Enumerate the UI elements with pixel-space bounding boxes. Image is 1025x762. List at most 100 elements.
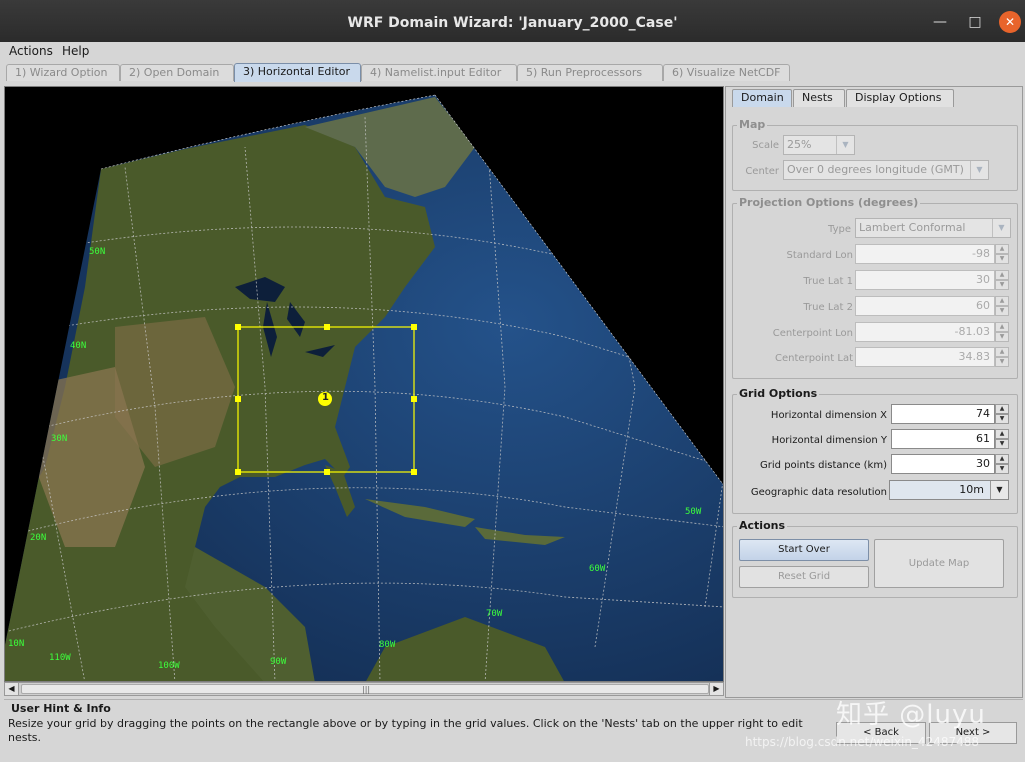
lat-label-10n: 10N [8,639,25,649]
resize-handle-n [324,324,330,330]
center-value: Over 0 degrees longitude (GMT) [787,163,964,176]
dim-y-stepper[interactable]: ▲ ▼ [995,429,1009,449]
projection-type-value: Lambert Conformal [859,221,966,234]
resize-handle-nw [235,324,241,330]
grid-group: Grid Options Horizontal dimension X 74 ▲… [732,387,1018,514]
lon-label-90w: 90W [270,657,287,667]
lon-label-80w: 80W [379,640,396,650]
menu-bar: Actions Help [0,42,1025,62]
grid-distance-field[interactable]: 30 [891,454,995,474]
tab-nests[interactable]: Nests [793,89,845,107]
centerpoint-lat-field[interactable]: 34.83 [855,347,995,367]
resize-handle-ne [411,324,417,330]
resolution-value: 10m [959,483,984,496]
map-horizontal-scrollbar[interactable]: ◀ ||| ▶ [4,682,724,696]
chevron-down-icon: ▼ [836,136,854,154]
dim-y-field[interactable]: 61 [891,429,995,449]
menu-help[interactable]: Help [62,44,89,58]
tab-namelist-editor[interactable]: 4) Namelist.input Editor [361,64,517,81]
resolution-label: Geographic data resolution [750,487,887,498]
tab-wizard-option[interactable]: 1) Wizard Option [6,64,120,81]
map-group-title: Map [737,118,768,131]
projection-type-select[interactable]: Lambert Conformal ▼ [855,218,1011,238]
watermark-url: https://blog.csdn.net/weixin_42487488 [745,735,980,749]
maximize-button[interactable]: □ [965,12,985,32]
standard-lon-field[interactable]: -98 [855,244,995,264]
projection-group: Projection Options (degrees) Type Lamber… [732,196,1018,379]
true-lat2-stepper[interactable]: ▲ ▼ [995,296,1009,316]
scroll-thumb[interactable]: ||| [21,684,709,694]
domain-number-label[interactable]: 1 [322,392,329,403]
minimize-button[interactable]: — [930,12,950,32]
lon-label-70w: 70W [486,609,503,619]
projection-type-label: Type [828,224,851,235]
actions-group: Actions Start Over Reset Grid Update Map [732,519,1018,598]
chevron-down-icon: ▼ [992,219,1010,237]
scale-value: 25% [787,138,812,151]
true-lat1-label: True Lat 1 [803,276,853,287]
lat-label-50n: 50N [89,247,106,257]
tab-open-domain[interactable]: 2) Open Domain [120,64,234,81]
hint-text: Resize your grid by dragging the points … [8,717,803,744]
update-map-button[interactable]: Update Map [874,539,1004,588]
resize-handle-e [411,396,417,402]
dim-x-stepper[interactable]: ▲ ▼ [995,404,1009,424]
center-label: Center [745,166,779,177]
standard-lon-label: Standard Lon [786,250,853,261]
projection-group-title: Projection Options (degrees) [737,196,921,209]
scroll-right-arrow-icon[interactable]: ▶ [709,683,723,695]
resize-handle-sw [235,469,241,475]
grid-distance-label: Grid points distance (km) [760,460,887,471]
centerpoint-lat-stepper[interactable]: ▲ ▼ [995,347,1009,367]
tab-run-preprocessors[interactable]: 5) Run Preprocessors [517,64,663,81]
menu-actions[interactable]: Actions [9,44,53,58]
grip-icon: ||| [362,685,371,694]
dim-x-field[interactable]: 74 [891,404,995,424]
tab-horizontal-editor[interactable]: 3) Horizontal Editor [234,63,361,82]
grid-distance-stepper[interactable]: ▲ ▼ [995,454,1009,474]
centerpoint-lon-field[interactable]: -81.03 [855,322,995,342]
lat-label-40n: 40N [70,341,87,351]
start-over-button[interactable]: Start Over [739,539,869,561]
dim-x-label: Horizontal dimension X [770,410,887,421]
standard-lon-stepper[interactable]: ▲ ▼ [995,244,1009,264]
lon-label-50w: 50W [685,507,702,517]
map-svg [5,94,723,681]
centerpoint-lon-stepper[interactable]: ▲ ▼ [995,322,1009,342]
hint-title: User Hint & Info [11,702,111,715]
chevron-down-icon: ▼ [970,161,988,179]
tab-visualize-netcdf[interactable]: 6) Visualize NetCDF [663,64,790,81]
true-lat1-stepper[interactable]: ▲ ▼ [995,270,1009,290]
lat-label-20n: 20N [30,533,47,543]
reset-grid-button[interactable]: Reset Grid [739,566,869,588]
lon-label-100w: 100W [158,661,180,671]
app-window: WRF Domain Wizard: 'January_2000_Case' —… [0,0,1025,762]
close-button[interactable]: ✕ [999,11,1021,33]
center-select[interactable]: Over 0 degrees longitude (GMT) ▼ [783,160,989,180]
scale-select[interactable]: 25% ▼ [783,135,855,155]
lon-label-60w: 60W [589,564,606,574]
true-lat2-field[interactable]: 60 [855,296,995,316]
resolution-select[interactable]: 10m ▼ [889,480,1009,500]
tab-display-options[interactable]: Display Options [846,89,954,107]
resize-handle-w [235,396,241,402]
window-title: WRF Domain Wizard: 'January_2000_Case' [347,15,678,31]
true-lat1-field[interactable]: 30 [855,270,995,290]
centerpoint-lon-label: Centerpoint Lon [772,328,853,339]
map-canvas[interactable]: 1 50N 40N 30N 20N 10N 110W 100W 90W 80W … [4,86,724,682]
lat-label-30n: 30N [51,434,68,444]
chevron-down-icon: ▼ [990,481,1008,499]
tab-domain[interactable]: Domain [732,89,792,107]
map-group: Map Scale 25% ▼ Center Over 0 degrees lo… [732,118,1018,191]
title-bar: WRF Domain Wizard: 'January_2000_Case' —… [0,0,1025,42]
settings-panel: Domain Nests Display Options Map Scale 2… [725,86,1023,698]
resize-handle-se [411,469,417,475]
grid-group-title: Grid Options [737,387,820,400]
dim-y-label: Horizontal dimension Y [771,435,887,446]
watermark-logo: 知乎 @luyu [836,700,986,730]
scroll-left-arrow-icon[interactable]: ◀ [5,683,19,695]
centerpoint-lat-label: Centerpoint Lat [775,353,853,364]
resize-handle-s [324,469,330,475]
actions-group-title: Actions [737,519,787,532]
true-lat2-label: True Lat 2 [803,302,853,313]
